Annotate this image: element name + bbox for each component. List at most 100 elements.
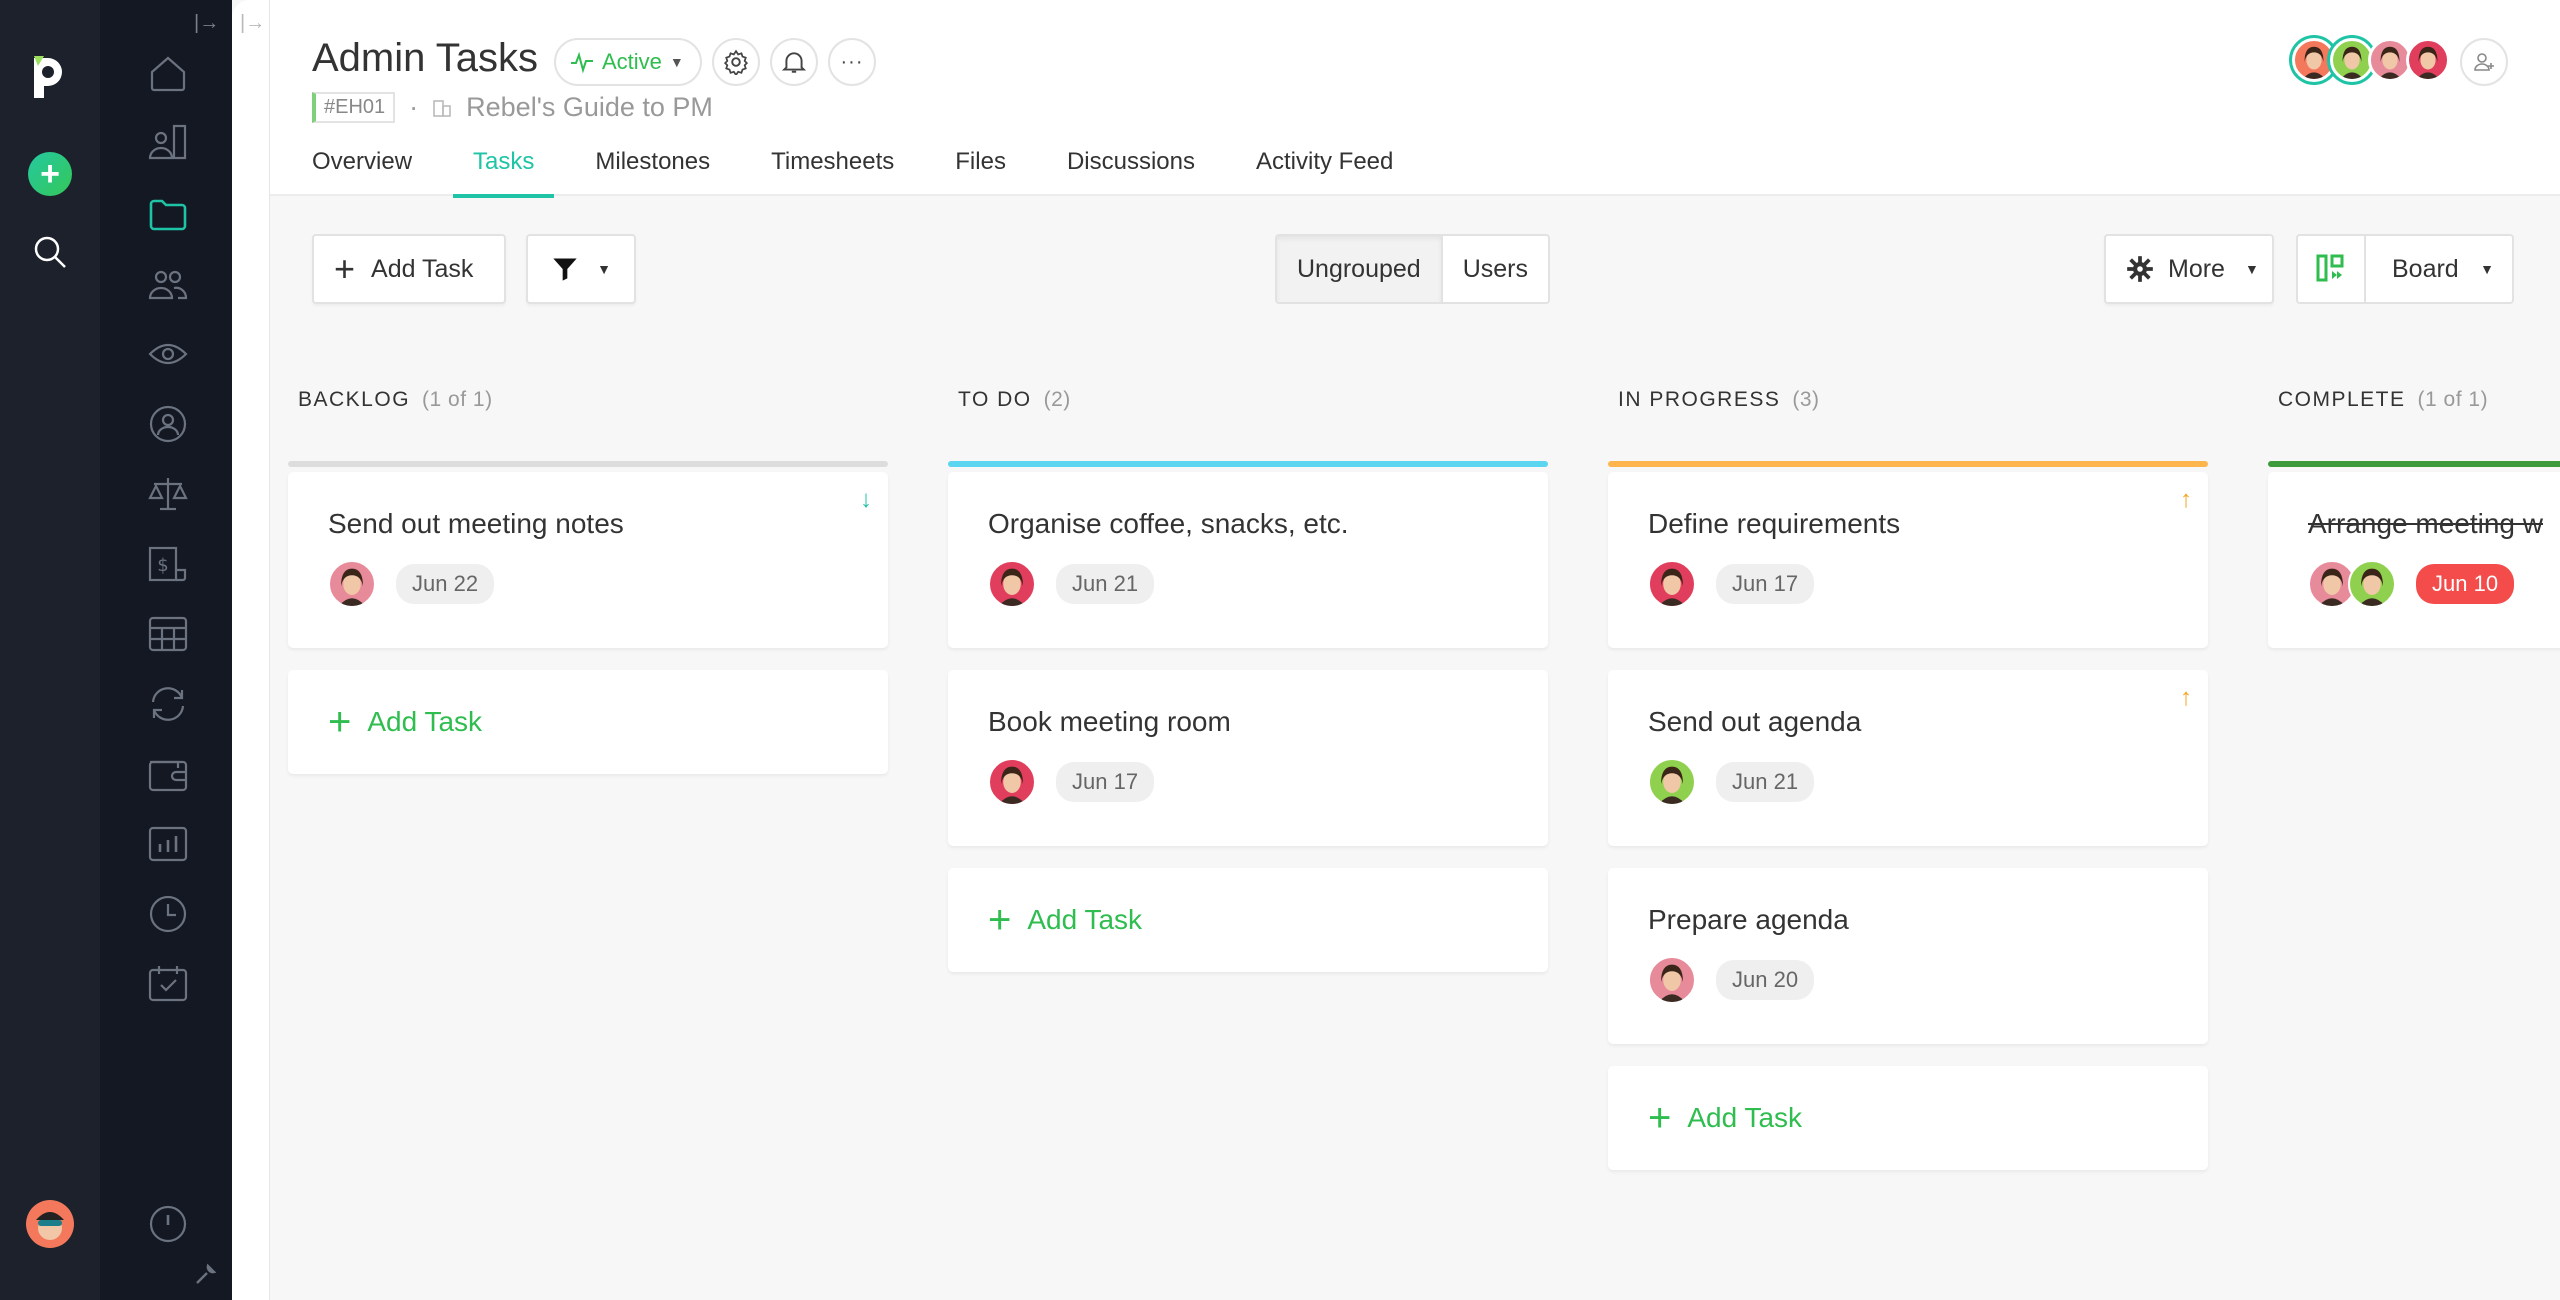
separator: · bbox=[409, 92, 419, 122]
task-card[interactable]: Send out agenda Jun 21 ↑ bbox=[1608, 670, 2208, 846]
wrench-icon[interactable] bbox=[194, 1262, 218, 1291]
add-task-label: Add Task bbox=[1687, 1102, 1803, 1133]
task-meta: Jun 17 bbox=[988, 758, 1155, 806]
assignee-avatar[interactable] bbox=[328, 560, 376, 608]
task-meta: Jun 22 bbox=[328, 560, 495, 608]
add-task-card-button[interactable]: + Add Task bbox=[288, 670, 888, 774]
nav-account-icon[interactable] bbox=[148, 404, 188, 444]
column-status-bar bbox=[948, 461, 1548, 467]
nav-invoice-icon[interactable]: $ bbox=[148, 544, 188, 584]
assignee-avatar[interactable] bbox=[1648, 560, 1696, 608]
due-date-badge: Jun 21 bbox=[1056, 564, 1155, 604]
more-options-button[interactable]: ··· bbox=[828, 38, 876, 86]
priority-high-arrow-icon: ↑ bbox=[2180, 486, 2192, 513]
nav-refresh-icon[interactable] bbox=[148, 684, 188, 724]
add-task-label: Add Task bbox=[367, 706, 483, 737]
add-task-card-button[interactable]: + Add Task bbox=[948, 868, 1548, 972]
task-card[interactable]: Prepare agenda Jun 20 bbox=[1608, 868, 2208, 1044]
nav-team-icon[interactable] bbox=[148, 264, 188, 304]
nav-clients-icon[interactable] bbox=[148, 124, 188, 164]
task-title[interactable]: Organise coffee, snacks, etc. bbox=[988, 508, 1349, 540]
task-card[interactable]: Book meeting room Jun 17 bbox=[948, 670, 1548, 846]
tab-files[interactable]: Files bbox=[955, 148, 1006, 196]
bell-icon bbox=[781, 52, 807, 73]
task-meta: Jun 17 bbox=[1648, 560, 1815, 608]
nav-calendar-check-icon[interactable] bbox=[148, 964, 188, 1004]
nav-projects-folder-icon[interactable] bbox=[148, 194, 188, 234]
column-header: COMPLETE (1 of 1) bbox=[2268, 380, 2560, 420]
task-meta: Jun 10 bbox=[2308, 560, 2515, 608]
task-title[interactable]: Book meeting room bbox=[988, 706, 1231, 738]
add-task-label: Add Task bbox=[371, 254, 474, 283]
task-title[interactable]: Arrange meeting w bbox=[2308, 508, 2543, 540]
add-task-label: Add Task bbox=[1027, 904, 1143, 935]
plus-icon: + bbox=[334, 248, 356, 289]
nav-eye-icon[interactable] bbox=[148, 334, 188, 374]
nav-table-icon[interactable] bbox=[148, 614, 188, 654]
nav-clock-icon[interactable] bbox=[148, 894, 188, 934]
tab-discussions[interactable]: Discussions bbox=[1067, 148, 1195, 196]
collapse-sidebar-button[interactable]: |→ bbox=[194, 12, 220, 34]
column-backlog: BACKLOG (1 of 1) Send out meeting notes Jun… bbox=[288, 380, 888, 774]
column-in-progress: IN PROGRESS (3) Define requirements Jun 17 ↑… bbox=[1608, 380, 2208, 1170]
nav-balance-icon[interactable] bbox=[148, 474, 188, 514]
task-card[interactable]: Organise coffee, snacks, etc. Jun 21 bbox=[948, 472, 1548, 648]
task-title[interactable]: Send out meeting notes bbox=[328, 508, 624, 540]
add-task-card-button[interactable]: + Add Task bbox=[1608, 1066, 2208, 1170]
member-avatar[interactable] bbox=[2406, 38, 2450, 82]
due-date-badge: Jun 20 bbox=[1716, 960, 1815, 1000]
assignee-avatar[interactable] bbox=[1648, 758, 1696, 806]
status-dropdown[interactable]: Active ▼ bbox=[554, 38, 702, 86]
assignee-avatar[interactable] bbox=[1648, 956, 1696, 1004]
status-label: Active bbox=[602, 49, 662, 74]
tab-timesheets[interactable]: Timesheets bbox=[771, 148, 894, 196]
column-title: COMPLETE bbox=[2278, 388, 2406, 411]
nav-home-icon[interactable] bbox=[148, 54, 188, 94]
add-member-button[interactable] bbox=[2460, 38, 2508, 86]
plus-icon: + bbox=[40, 155, 60, 193]
group-users[interactable]: Users bbox=[1440, 236, 1548, 302]
chevron-down-icon: ▼ bbox=[597, 261, 611, 277]
more-dropdown[interactable]: More ▼ bbox=[2104, 234, 2274, 304]
task-title[interactable]: Send out agenda bbox=[1648, 706, 1861, 738]
tab-activity-feed[interactable]: Activity Feed bbox=[1256, 148, 1393, 196]
user-avatar[interactable] bbox=[26, 1200, 74, 1248]
view-dropdown[interactable]: Board ▼ bbox=[2364, 236, 2512, 302]
add-task-button[interactable]: + Add Task bbox=[312, 234, 506, 304]
task-card[interactable]: Send out meeting notes Jun 22 ↓ bbox=[288, 472, 888, 648]
assignee-avatar[interactable] bbox=[988, 560, 1036, 608]
nav-sidebar: |→ $ bbox=[100, 0, 232, 1300]
group-ungrouped[interactable]: Ungrouped bbox=[1277, 236, 1441, 302]
notifications-button[interactable] bbox=[770, 38, 818, 86]
app: + |→ $ |→ Admin Tasks Active ▼ ··· #EH01… bbox=[0, 0, 2560, 1300]
column-title: BACKLOG bbox=[298, 388, 411, 411]
paymo-logo[interactable] bbox=[28, 50, 72, 98]
info-icon[interactable] bbox=[148, 1204, 188, 1244]
app-rail: + bbox=[0, 0, 100, 1300]
column-status-bar bbox=[1608, 461, 2208, 467]
filter-dropdown[interactable]: ▼ bbox=[526, 234, 636, 304]
tab-tasks[interactable]: Tasks bbox=[452, 148, 555, 198]
tab-overview[interactable]: Overview bbox=[312, 148, 412, 196]
secondary-panel-edge: |→ bbox=[232, 0, 270, 1300]
priority-low-arrow-icon: ↓ bbox=[860, 486, 872, 513]
nav-wallet-icon[interactable] bbox=[148, 754, 188, 794]
task-title[interactable]: Prepare agenda bbox=[1648, 904, 1849, 936]
chevron-down-icon: ▼ bbox=[2480, 261, 2494, 277]
task-card[interactable]: Arrange meeting w Jun 10 bbox=[2268, 472, 2560, 648]
board-view-icon[interactable] bbox=[2298, 236, 2364, 302]
due-date-badge: Jun 17 bbox=[1716, 564, 1815, 604]
task-card[interactable]: Define requirements Jun 17 ↑ bbox=[1608, 472, 2208, 648]
building-icon bbox=[433, 99, 451, 117]
assignee-avatar[interactable] bbox=[2348, 560, 2396, 608]
tab-milestones[interactable]: Milestones bbox=[595, 148, 710, 196]
task-title[interactable]: Define requirements bbox=[1648, 508, 1900, 540]
search-icon[interactable] bbox=[32, 234, 68, 270]
assignee-avatar[interactable] bbox=[988, 758, 1036, 806]
user-plus-icon bbox=[2474, 53, 2494, 71]
client-link[interactable]: Rebel's Guide to PM bbox=[466, 92, 713, 123]
settings-button[interactable] bbox=[712, 38, 760, 86]
expand-panel-button[interactable]: |→ bbox=[240, 12, 265, 35]
quick-add-button[interactable]: + bbox=[28, 152, 72, 196]
nav-reports-icon[interactable] bbox=[148, 824, 188, 864]
